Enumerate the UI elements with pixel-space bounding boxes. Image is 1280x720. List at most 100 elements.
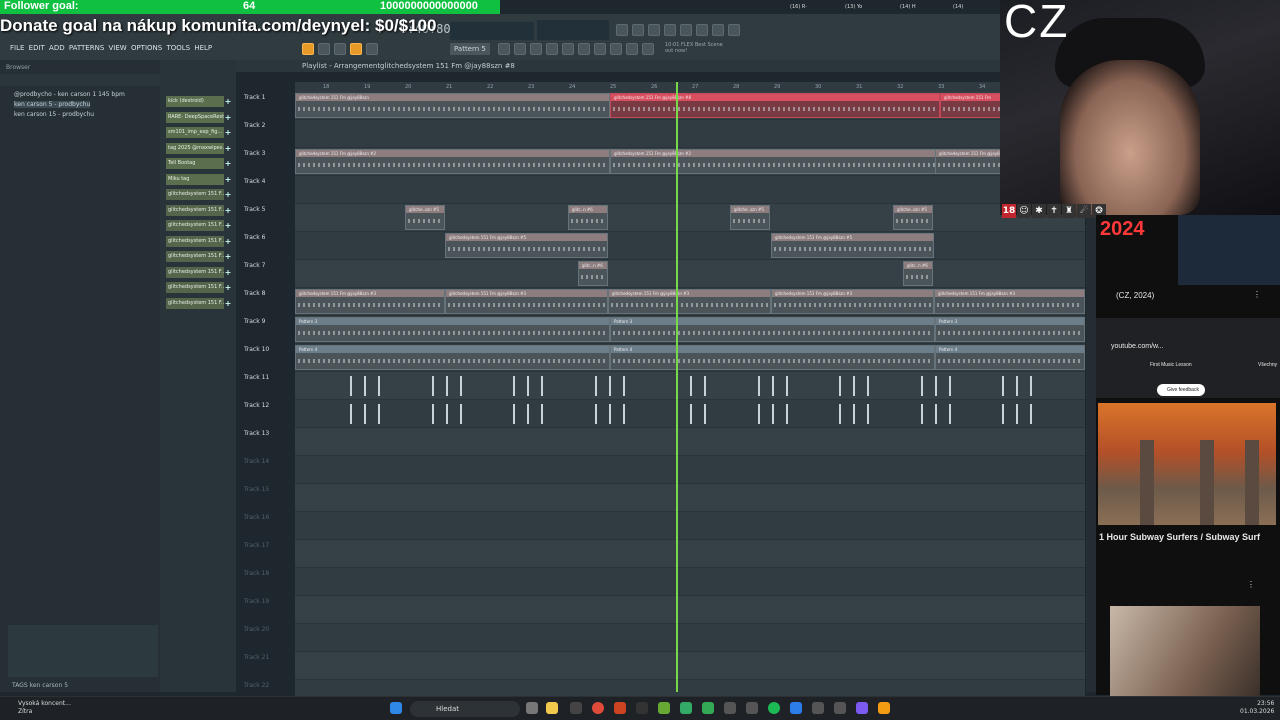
piano-icon[interactable] [696, 24, 708, 36]
track-lane[interactable] [295, 400, 1085, 428]
tab-item[interactable]: (13) Yo [845, 4, 862, 10]
wait-icon[interactable] [632, 24, 644, 36]
video-thumbnail[interactable] [1178, 215, 1280, 285]
channel-button[interactable]: Tell Bootag [166, 158, 224, 169]
channel-add-icon[interactable]: + [224, 251, 232, 262]
browser-item[interactable]: ken carson 5 - prodbychu [14, 101, 91, 108]
mixer-view-icon[interactable] [530, 43, 542, 55]
track-lane[interactable] [295, 568, 1085, 596]
menu-add[interactable]: ADD [49, 44, 65, 52]
kick-note[interactable] [934, 376, 937, 396]
channel-add-icon[interactable]: + [224, 158, 232, 169]
channel-add-icon[interactable]: + [224, 236, 232, 247]
tags-value[interactable]: ken carson 5 [30, 682, 68, 689]
playlist-clip[interactable]: glitchedsystem 151 Fm @jay88szn #3 [934, 289, 1085, 314]
kick-note[interactable] [622, 404, 625, 424]
playlist-clip[interactable]: glitchedsystem 151 Fm @jay88szn #2 [610, 149, 940, 174]
track-lane[interactable] [295, 652, 1085, 680]
cut-icon[interactable] [626, 43, 638, 55]
playhead[interactable] [676, 82, 678, 692]
channel-button[interactable]: glitchedsystem 151 F... [166, 204, 224, 216]
kick-note[interactable] [541, 376, 543, 396]
channel-add-icon[interactable]: + [224, 220, 232, 231]
kick-note[interactable] [431, 376, 434, 396]
help-icon[interactable] [664, 24, 676, 36]
track-name[interactable]: Track 18 [244, 570, 269, 577]
pattern-mode-button[interactable] [302, 43, 314, 55]
playlist-clip[interactable]: glitche..szn #5 [893, 205, 933, 230]
chat-icon[interactable] [712, 24, 724, 36]
link-icon[interactable] [594, 43, 606, 55]
playlist-clip[interactable]: Pattern 4 [935, 345, 1085, 370]
kick-note[interactable] [364, 376, 366, 396]
kick-note[interactable] [853, 376, 855, 396]
channel-add-icon[interactable]: + [224, 282, 232, 293]
channel-button[interactable]: sm101_imp_exp_fig... [166, 127, 224, 138]
track-lane[interactable] [295, 456, 1085, 484]
browser-item[interactable]: ken carson 15 - prodbychu [14, 111, 94, 118]
track-name[interactable]: Track 8 [244, 290, 265, 297]
kick-note[interactable] [350, 376, 352, 396]
playlist-clip[interactable]: glitche..szn #5 [730, 205, 770, 230]
fl-studio-icon[interactable] [878, 702, 890, 714]
pattern-selector[interactable]: Pattern 5 [450, 43, 490, 55]
app-icon[interactable] [856, 702, 868, 714]
playlist-clip[interactable]: glitchedsystem 151 Fm @jay88szn #8 [610, 93, 940, 118]
playlist-clip[interactable]: glitchedsystem 151 Fm @jay88szn #2 [295, 149, 610, 174]
browser-icon[interactable] [562, 43, 574, 55]
spotify-icon[interactable] [768, 702, 780, 714]
channel-add-icon[interactable]: + [224, 298, 232, 309]
mixer-icon[interactable] [680, 24, 692, 36]
channel-button[interactable]: glitchedsystem 151 F... [166, 282, 224, 293]
channel-add-icon[interactable]: + [224, 112, 232, 123]
track-name[interactable]: Track 21 [244, 654, 269, 661]
channel-add-icon[interactable]: + [224, 189, 232, 200]
kick-note[interactable] [934, 404, 937, 424]
browser-tabs-strip[interactable]: (16) R· (13) Yo (14) H (14) [760, 4, 1000, 14]
track-name[interactable]: Track 10 [244, 346, 269, 353]
playlist-icon[interactable] [498, 43, 510, 55]
track-lane[interactable]: glitchedsystem 151 Fm @jay88szn #5 glitch… [295, 232, 1085, 260]
track-lane[interactable] [295, 428, 1085, 456]
channel-add-icon[interactable]: + [224, 174, 232, 185]
playlist-clip[interactable]: glitchedsystem 151 Fm @jay88szn #3 [295, 289, 445, 314]
chrome-icon[interactable] [592, 702, 604, 714]
playlist-clip[interactable]: glitc..n #6 [578, 261, 608, 286]
track-lane[interactable] [295, 484, 1085, 512]
playlist-clip[interactable]: glitchedsystem 151 Fm @jay88szn #5 [771, 233, 934, 258]
kick-note[interactable] [867, 404, 869, 424]
kick-note[interactable] [771, 404, 774, 424]
kick-note[interactable] [785, 376, 788, 396]
channel-button[interactable]: kick (destroid) [166, 96, 224, 107]
url-bar[interactable]: youtube.com/w... [1111, 343, 1164, 350]
playlist-clip[interactable]: Pattern 4 [295, 345, 610, 370]
track-lane[interactable]: glitchedsystem 151 Fm @jay88szn #2 glitch… [295, 148, 1085, 176]
kick-note[interactable] [513, 376, 515, 396]
app-icon[interactable] [790, 702, 802, 714]
download-icon[interactable] [728, 24, 740, 36]
channel-button[interactable]: glitchedsystem 151 F... [166, 297, 224, 309]
channel-button[interactable]: tag 2025 @maxwipes... [166, 142, 224, 154]
kick-note[interactable] [1002, 376, 1004, 396]
kick-note[interactable] [948, 376, 951, 396]
channel-add-icon[interactable]: + [224, 96, 232, 107]
kick-note[interactable] [690, 376, 692, 396]
kick-note[interactable] [350, 404, 352, 424]
tab-item[interactable]: (14) H [900, 4, 916, 10]
news-hint[interactable]: 10:01 FLEX Best Scene out now! [665, 42, 725, 54]
taskbar-search[interactable]: Hledat [410, 701, 520, 717]
app-icon[interactable] [658, 702, 670, 714]
menu-edit[interactable]: EDIT [29, 44, 45, 52]
kick-note[interactable] [527, 376, 529, 396]
stop-button[interactable] [334, 43, 346, 55]
kick-note[interactable] [704, 404, 706, 424]
playlist-clip[interactable]: glitchedsystem 151 Fm @jay88szn [295, 93, 610, 118]
track-name[interactable]: Track 22 [244, 682, 269, 689]
track-lane[interactable] [295, 624, 1085, 652]
track-name[interactable]: Track 7 [244, 262, 265, 269]
track-name[interactable]: Track 14 [244, 458, 269, 465]
playlist-clip[interactable]: glitchedsystem 151 Fm @jay88szn #3 [771, 289, 934, 314]
kick-note[interactable] [853, 404, 855, 424]
kick-note[interactable] [1030, 404, 1032, 424]
video-options-icon[interactable]: ⋮ [1247, 580, 1255, 589]
